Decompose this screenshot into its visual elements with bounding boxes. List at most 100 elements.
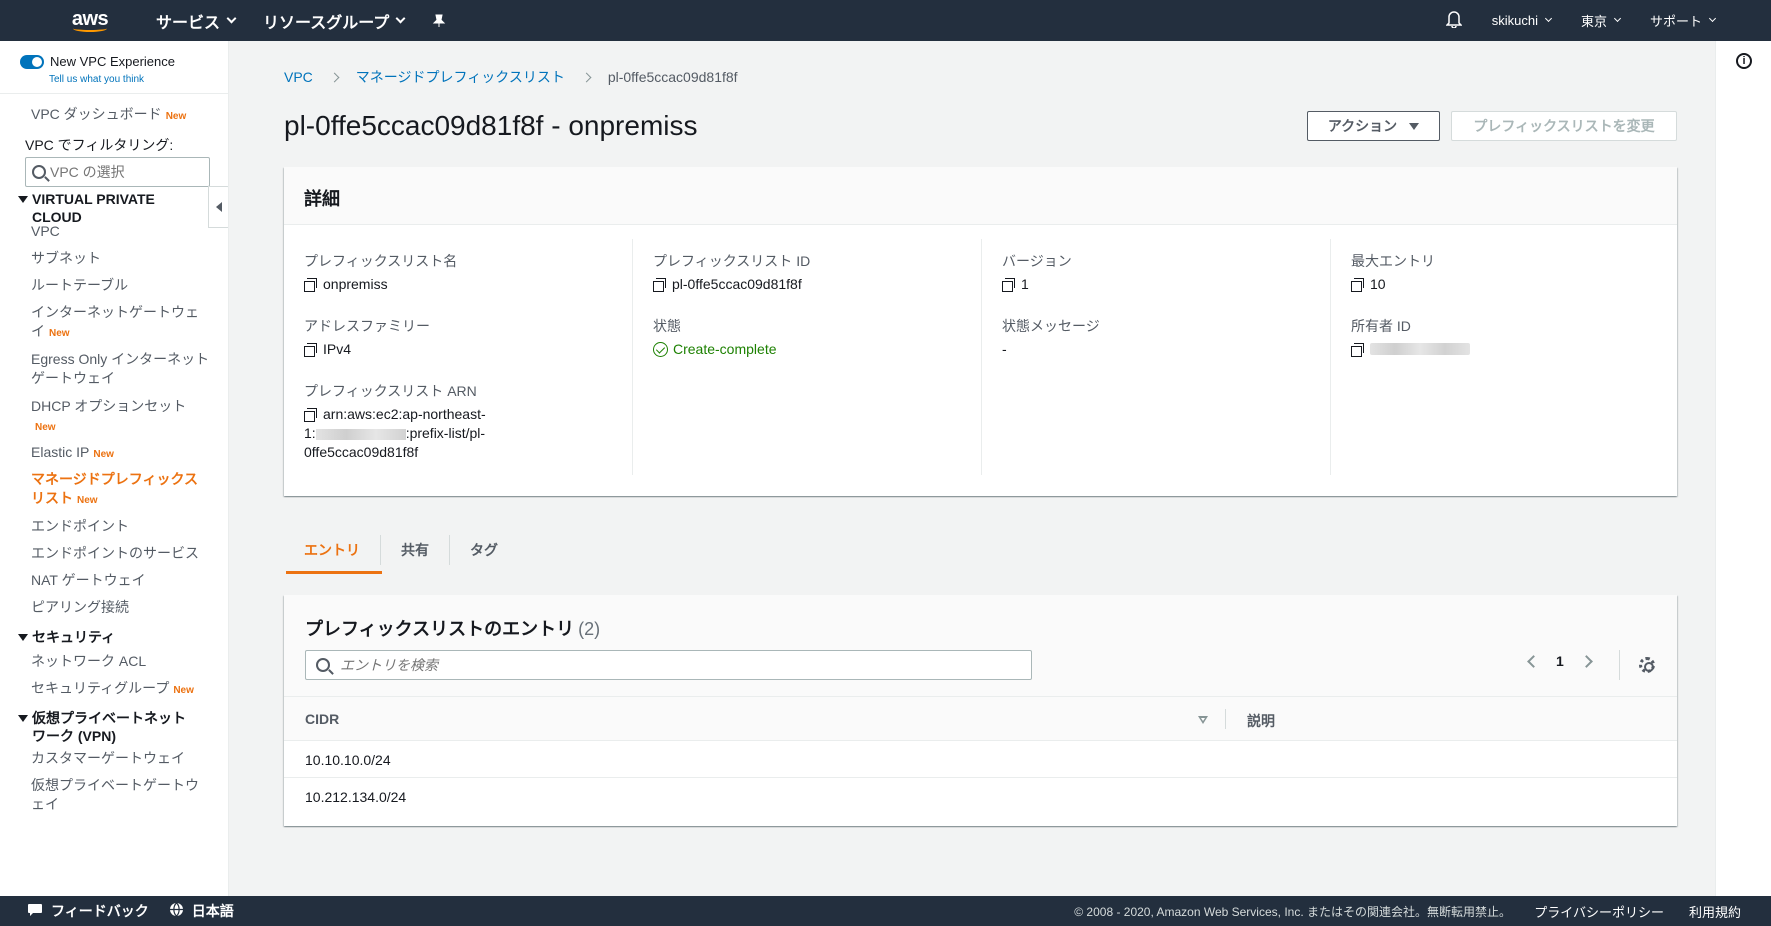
new-badge: New (165, 111, 187, 122)
region-menu[interactable]: 東京 (1581, 11, 1622, 30)
sidebar-item-endpoints[interactable]: エンドポイント (31, 517, 211, 536)
chevron-down-icon (1544, 14, 1553, 23)
vpc-filter-select[interactable] (25, 157, 210, 187)
sidebar-item-dhcp-options[interactable]: DHCP オプションセット New (31, 397, 211, 437)
gear-icon[interactable] (1639, 657, 1655, 673)
sort-icon[interactable] (1198, 716, 1208, 724)
cidr-cell: 10.212.134.0/24 (305, 789, 407, 805)
new-badge: New (35, 422, 56, 433)
copy-icon[interactable] (653, 278, 666, 292)
vpc-filter-label: VPC でフィルタリング: (25, 137, 174, 153)
entries-panel: プレフィックスリストのエントリ(2) 1 CIDR 説明 10.10.10.0/… (284, 595, 1677, 826)
actions-button[interactable]: アクション (1307, 111, 1440, 141)
copy-icon[interactable] (304, 278, 317, 292)
tab-sharing[interactable]: 共有 (380, 534, 449, 565)
copy-icon[interactable] (1351, 343, 1364, 357)
tab-tags[interactable]: タグ (449, 534, 518, 565)
value-text: 10 (1370, 276, 1386, 292)
support-menu[interactable]: サポート (1649, 11, 1717, 30)
sidebar-item-dashboard[interactable]: VPC ダッシュボード New (31, 105, 211, 126)
sidebar-item-nat-gateways[interactable]: NAT ゲートウェイ (31, 571, 211, 590)
column-header-cidr[interactable]: CIDR (305, 711, 339, 727)
section-security[interactable]: セキュリティ (18, 628, 115, 646)
sidebar-item-managed-prefix-lists[interactable]: マネージドプレフィックスリスト New (31, 470, 206, 510)
services-menu[interactable]: サービス (156, 9, 237, 33)
entries-count: (2) (578, 619, 601, 639)
state-label: 状態 (653, 318, 681, 334)
address-family-value: IPv4 (304, 340, 351, 359)
breadcrumb-vpc[interactable]: VPC (284, 69, 313, 85)
column-header-description[interactable]: 説明 (1247, 711, 1275, 731)
chevron-right-icon[interactable] (1579, 654, 1593, 668)
sidebar-item-vpc[interactable]: VPC (31, 222, 211, 241)
sidebar-item-network-acl[interactable]: ネットワーク ACL (31, 652, 211, 671)
sidebar-item-label: マネージドプレフィックスリスト (31, 471, 199, 506)
sidebar-item-endpoint-services[interactable]: エンドポイントのサービス (31, 544, 211, 563)
column-resizer[interactable] (1225, 709, 1226, 729)
caret-left-icon (216, 202, 222, 212)
copy-icon[interactable] (304, 408, 317, 422)
sidebar-item-security-groups[interactable]: セキュリティグループ New (31, 679, 211, 700)
terms-link[interactable]: 利用規約 (1689, 902, 1741, 921)
sidebar: New VPC Experience Tell us what you thin… (0, 41, 229, 896)
speech-bubble-icon (27, 903, 43, 920)
copy-icon[interactable] (1002, 278, 1015, 292)
chevron-down-icon (395, 13, 406, 24)
feedback-button[interactable]: フィードバック (27, 901, 149, 921)
vpc-filter-input[interactable] (50, 164, 200, 180)
section-label: VIRTUAL PRIVATE CLOUD (32, 191, 155, 225)
feedback-link[interactable]: Tell us what you think (49, 74, 144, 85)
user-menu[interactable]: skikuchi (1492, 13, 1553, 28)
section-vpn[interactable]: 仮想プライベートネットワーク (VPN) (18, 709, 188, 745)
support-label: サポート (1649, 14, 1702, 29)
section-label: セキュリティ (32, 629, 116, 645)
state-message-label: 状態メッセージ (1002, 318, 1100, 334)
sidebar-item-subnets[interactable]: サブネット (31, 249, 211, 268)
address-family-label: アドレスファミリー (304, 318, 430, 334)
entries-search-input[interactable] (340, 657, 990, 673)
details-panel: 詳細 プレフィックスリスト名 onpremiss アドレスファミリー IPv4 … (284, 167, 1677, 496)
divider (1619, 650, 1620, 680)
language-label: 日本語 (191, 903, 234, 919)
info-icon[interactable]: i (1736, 53, 1752, 69)
new-experience-toggle[interactable] (20, 54, 44, 69)
breadcrumb-prefix-lists[interactable]: マネージドプレフィックスリスト (356, 67, 565, 87)
tab-entries[interactable]: エントリ (284, 535, 380, 565)
state-message-value: - (1002, 340, 1007, 359)
active-tab-indicator (286, 571, 382, 574)
column-divider (981, 239, 982, 475)
sidebar-item-customer-gateways[interactable]: カスタマーゲートウェイ (31, 749, 211, 768)
resource-groups-menu[interactable]: リソースグループ (263, 9, 406, 33)
section-vpc[interactable]: VIRTUAL PRIVATE CLOUD (18, 190, 188, 226)
pin-icon[interactable] (432, 14, 446, 28)
privacy-policy-link[interactable]: プライバシーポリシー (1534, 902, 1664, 921)
sidebar-item-elastic-ip[interactable]: Elastic IP New (31, 443, 211, 464)
sidebar-item-route-tables[interactable]: ルートテーブル (31, 276, 211, 295)
pagination: 1 (1527, 653, 1593, 669)
modify-label: プレフィックスリストを変更 (1473, 118, 1655, 134)
sidebar-item-egress-only-igw[interactable]: Egress Only インターネットゲートウェイ (31, 350, 211, 388)
aws-logo[interactable]: aws (60, 0, 120, 41)
sidebar-item-internet-gateways[interactable]: インターネットゲートウェイ New (31, 303, 211, 343)
actions-label: アクション (1327, 118, 1398, 134)
breadcrumb-current: pl-0ffe5ccac09d81f8f (607, 69, 738, 85)
column-divider (632, 239, 633, 475)
entries-search-box[interactable] (305, 650, 1032, 680)
bell-icon[interactable] (1444, 10, 1463, 31)
modify-prefix-list-button[interactable]: プレフィックスリストを変更 (1451, 111, 1677, 141)
arn-line-3: 0ffe5ccac09d81f8f (304, 444, 419, 460)
entries-header: プレフィックスリストのエントリ(2) 1 (284, 595, 1677, 696)
sidebar-item-label: VPC ダッシュボード (31, 106, 162, 122)
sidebar-item-peering[interactable]: ピアリング接続 (31, 598, 211, 617)
arn-line-1: arn:aws:ec2:ap-northeast- (323, 406, 486, 422)
collapse-sidebar-handle[interactable] (208, 186, 228, 228)
copy-icon[interactable] (304, 343, 317, 357)
sidebar-item-label: Elastic IP (31, 444, 90, 460)
entries-title: プレフィックスリストのエントリ (2) (305, 615, 600, 641)
copy-icon[interactable] (1351, 278, 1364, 292)
footer: フィードバック 日本語 © 2008 - 2020, Amazon Web Se… (0, 896, 1771, 926)
sidebar-item-virtual-private-gateways[interactable]: 仮想プライベートゲートウェイ (31, 776, 211, 814)
language-selector[interactable]: 日本語 (169, 901, 234, 921)
current-page[interactable]: 1 (1556, 653, 1564, 669)
chevron-left-icon[interactable] (1527, 654, 1540, 668)
